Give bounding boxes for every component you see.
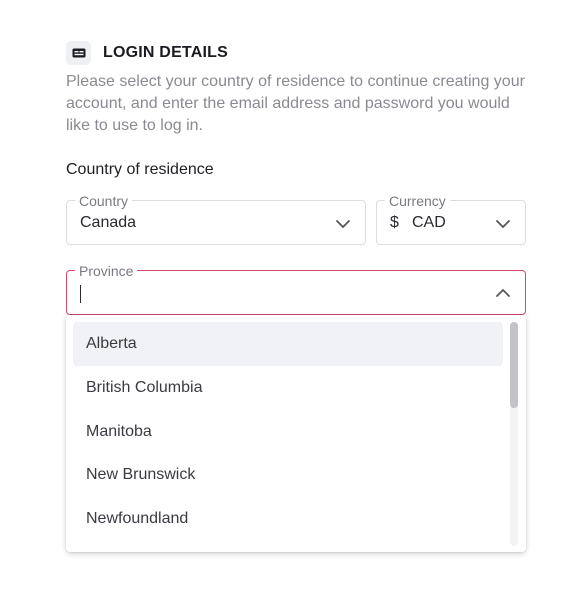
section-header: LOGIN DETAILS (66, 41, 228, 65)
id-card-icon (66, 41, 91, 65)
currency-symbol: $ (390, 214, 399, 231)
province-option-new-brunswick[interactable]: New Brunswick (73, 453, 503, 497)
section-description: Please select your country of residence … (66, 73, 525, 134)
province-label: Province (75, 263, 138, 279)
currency-select[interactable]: Currency $ CAD (376, 193, 526, 245)
province-option-british-columbia[interactable]: British Columbia (73, 366, 503, 410)
province-option-newfoundland[interactable]: Newfoundland (73, 497, 503, 541)
province-dropdown-list: Alberta British Columbia Manitoba New Br… (66, 315, 526, 552)
province-option-alberta[interactable]: Alberta (73, 322, 503, 366)
country-value: Canada (80, 214, 137, 231)
country-select[interactable]: Country Canada (66, 193, 366, 245)
currency-value: CAD (412, 214, 446, 231)
chevron-down-icon (336, 220, 350, 228)
province-option-manitoba[interactable]: Manitoba (73, 410, 503, 454)
province-combobox[interactable]: Province (66, 263, 526, 315)
text-cursor (80, 285, 81, 303)
chevron-up-icon[interactable] (495, 288, 511, 298)
currency-label: Currency (385, 193, 450, 209)
scrollbar-thumb[interactable] (510, 322, 518, 408)
chevron-down-icon (496, 220, 510, 228)
scrollbar[interactable] (510, 322, 518, 546)
country-of-residence-heading: Country of residence (66, 161, 214, 178)
country-label: Country (75, 193, 133, 209)
section-title: LOGIN DETAILS (103, 44, 228, 61)
